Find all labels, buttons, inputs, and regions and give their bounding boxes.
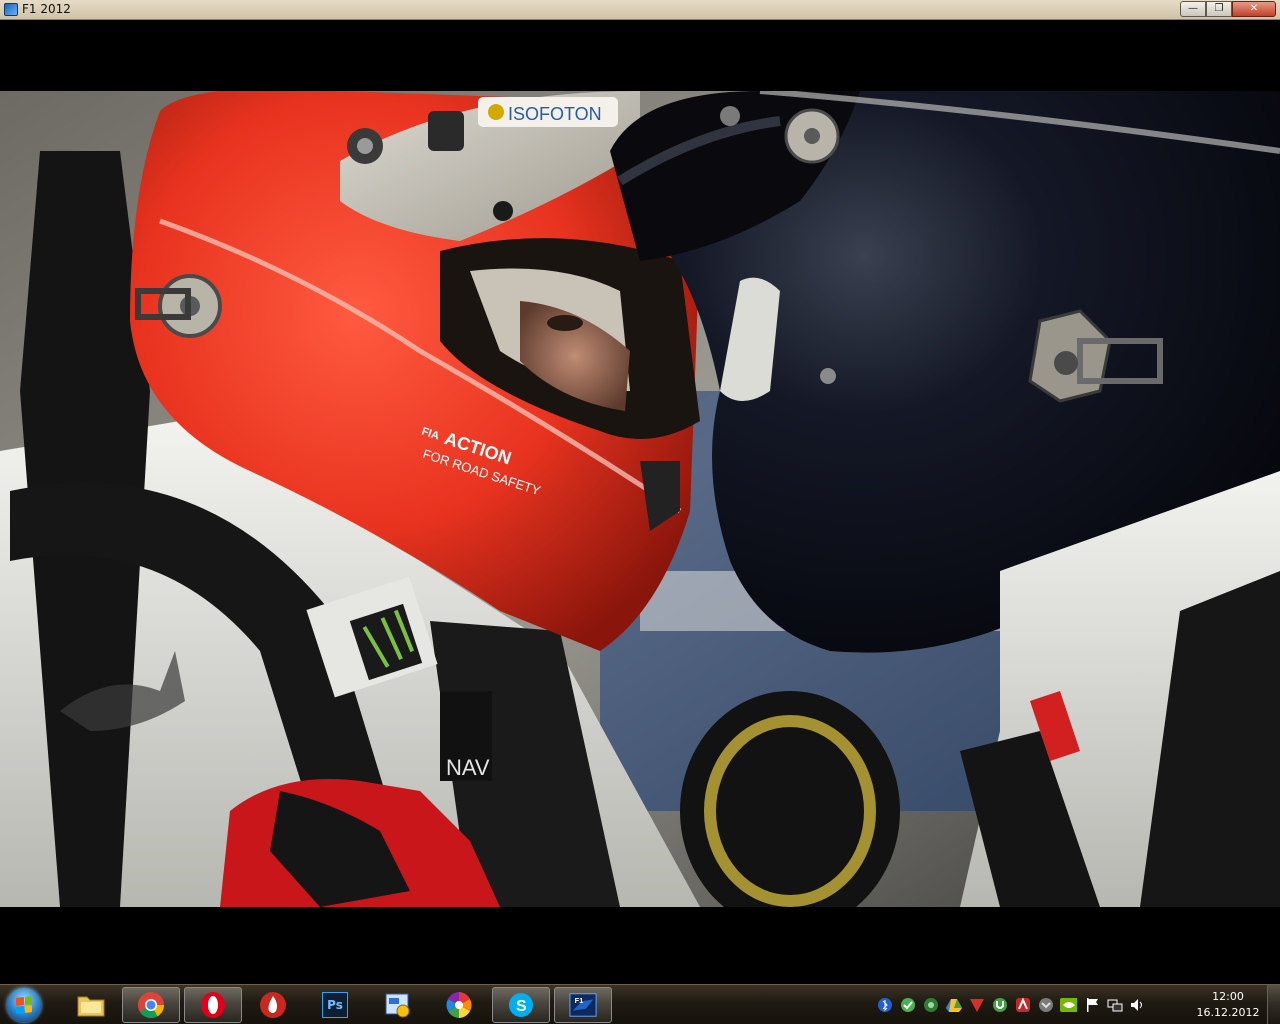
drive-icon[interactable] bbox=[945, 997, 962, 1014]
flame-icon bbox=[259, 991, 287, 1019]
start-button[interactable] bbox=[4, 986, 44, 1024]
maximize-button[interactable]: ❐ bbox=[1206, 1, 1232, 17]
f1-game-icon: F1 bbox=[569, 991, 597, 1019]
window-controls: — ❐ ✕ bbox=[1180, 1, 1276, 18]
bluetooth-icon[interactable] bbox=[876, 997, 893, 1014]
folder-icon bbox=[77, 991, 105, 1019]
taskbar-skype-button[interactable]: S bbox=[492, 987, 550, 1023]
windows-orb-icon bbox=[7, 988, 41, 1022]
photoshop-label: Ps bbox=[327, 998, 343, 1012]
opera-icon bbox=[199, 991, 227, 1019]
nvidia-icon[interactable] bbox=[1060, 997, 1077, 1014]
svg-text:S: S bbox=[516, 998, 527, 1015]
utorrent-icon[interactable] bbox=[991, 997, 1008, 1014]
taskbar-flame-app-button[interactable] bbox=[244, 987, 302, 1023]
collar-text: NAV bbox=[446, 755, 490, 780]
avira-icon[interactable] bbox=[1014, 997, 1031, 1014]
skype-icon: S bbox=[507, 991, 535, 1019]
taskbar-opera-button[interactable] bbox=[184, 987, 242, 1023]
antivirus-icon[interactable] bbox=[968, 997, 985, 1014]
gateway-icon[interactable] bbox=[1037, 997, 1054, 1014]
taskbar-photoshop-button[interactable]: Ps bbox=[306, 987, 364, 1023]
network-green-icon[interactable] bbox=[899, 997, 916, 1014]
taskbar-control-panel-button[interactable] bbox=[368, 987, 426, 1023]
taskbar-explorer-button[interactable] bbox=[62, 987, 120, 1023]
clock-date: 16.12.2012 bbox=[1196, 1006, 1260, 1019]
show-desktop-button[interactable] bbox=[1267, 985, 1280, 1024]
taskbar-chrome-button[interactable] bbox=[122, 987, 180, 1023]
action-center-flag-icon[interactable] bbox=[1083, 997, 1100, 1014]
system-tray bbox=[876, 995, 1146, 1015]
chrome-icon bbox=[137, 991, 165, 1019]
window-title-bar[interactable]: F1 2012 — ❐ ✕ bbox=[0, 0, 1280, 20]
game-viewport[interactable]: NAV ISOFOTON FIA ACTION FOR ROAD SAFETY bbox=[0, 91, 1280, 907]
clock-time: 12:00 bbox=[1212, 990, 1244, 1003]
minimize-button[interactable]: — bbox=[1180, 1, 1206, 17]
network-icon[interactable] bbox=[1106, 997, 1123, 1014]
system-clock[interactable]: 12:00 16.12.2012 bbox=[1192, 989, 1264, 1021]
f1-app-icon bbox=[4, 3, 18, 16]
window-title: F1 2012 bbox=[22, 2, 71, 16]
control-panel-icon bbox=[383, 991, 411, 1019]
taskbar: Ps S F1 12:00 16.12.2012 bbox=[0, 984, 1280, 1024]
game-scene: NAV ISOFOTON FIA ACTION FOR ROAD SAFETY bbox=[0, 91, 1280, 907]
svg-text:F1: F1 bbox=[575, 996, 584, 1005]
taskbar-f1-2012-button[interactable]: F1 bbox=[554, 987, 612, 1023]
puzzle-icon[interactable] bbox=[922, 997, 939, 1014]
photoshop-icon: Ps bbox=[322, 992, 348, 1018]
picasa-icon bbox=[445, 991, 473, 1019]
volume-icon[interactable] bbox=[1129, 997, 1146, 1014]
close-button[interactable]: ✕ bbox=[1232, 1, 1276, 17]
visor-sponsor-text: ISOFOTON bbox=[508, 104, 602, 124]
desktop-screen: F1 2012 — ❐ ✕ NAV ISOFOTON FIA ACTION FO… bbox=[0, 0, 1280, 1024]
taskbar-picasa-button[interactable] bbox=[430, 987, 488, 1023]
